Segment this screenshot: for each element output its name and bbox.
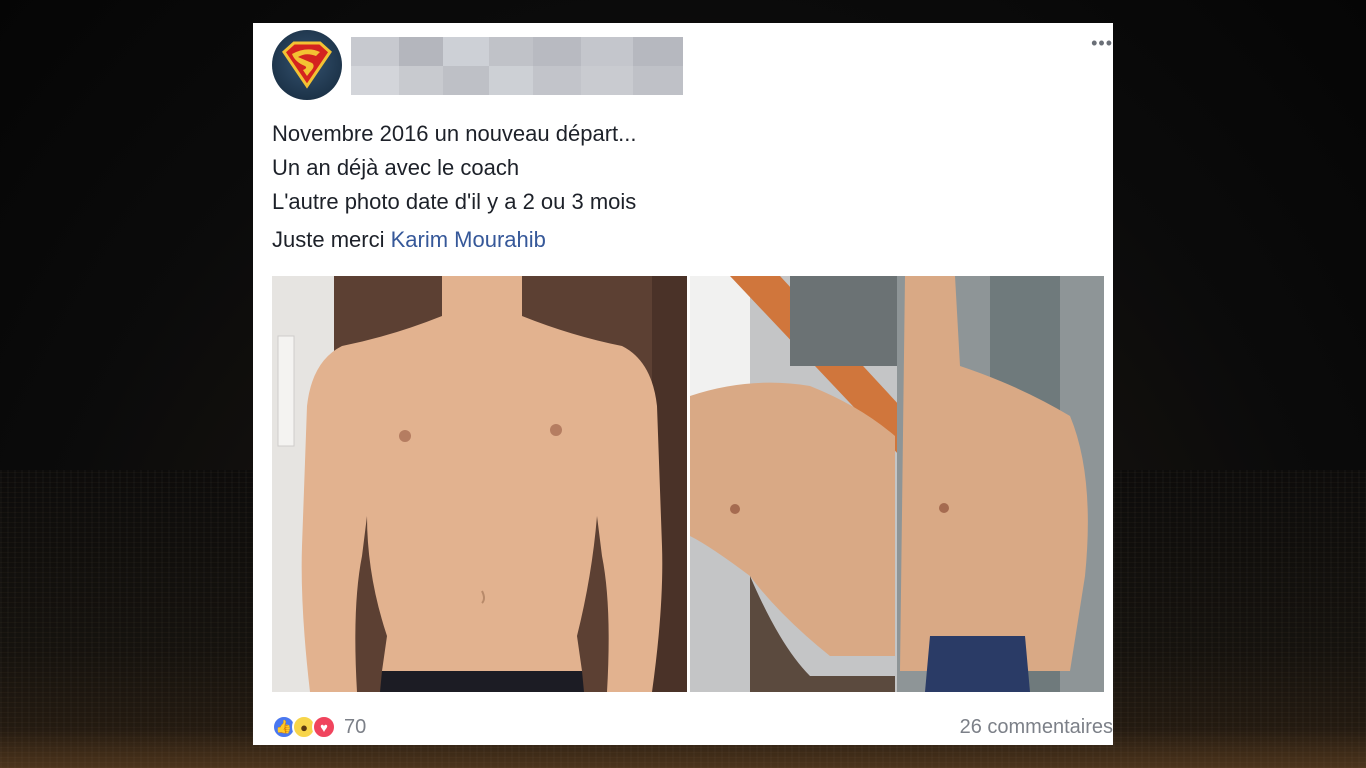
- blurred-author-name: [351, 37, 683, 95]
- thanks-line: Juste merci Karim Mourahib: [272, 227, 546, 253]
- before-torso-illustration: [272, 276, 687, 692]
- coach-tag-link[interactable]: Karim Mourahib: [391, 227, 546, 252]
- post-text: Novembre 2016 un nouveau départ... Un an…: [272, 117, 636, 219]
- post-line: Novembre 2016 un nouveau départ...: [272, 121, 637, 146]
- comments-count-link[interactable]: 26 commentaires: [960, 716, 1113, 739]
- avatar[interactable]: [272, 30, 342, 100]
- reactions-summary[interactable]: 👍 ● ♥ 70: [272, 714, 366, 740]
- before-photo[interactable]: [272, 276, 687, 692]
- post-line: L'autre photo date d'il y a 2 ou 3 mois: [272, 189, 637, 214]
- after-torso-illustration: [690, 276, 1104, 692]
- after-photo[interactable]: [690, 276, 1104, 692]
- reaction-count: 70: [344, 715, 367, 738]
- post-line: Un an déjà avec le coach: [272, 155, 520, 180]
- thanks-text: Juste merci: [272, 227, 385, 252]
- facebook-post-card: ••• Novembre 2016 un nouveau départ... U…: [253, 23, 1113, 745]
- love-icon: ♥: [312, 715, 336, 739]
- superman-logo-icon: [282, 41, 332, 89]
- more-options-icon[interactable]: •••: [1091, 33, 1113, 54]
